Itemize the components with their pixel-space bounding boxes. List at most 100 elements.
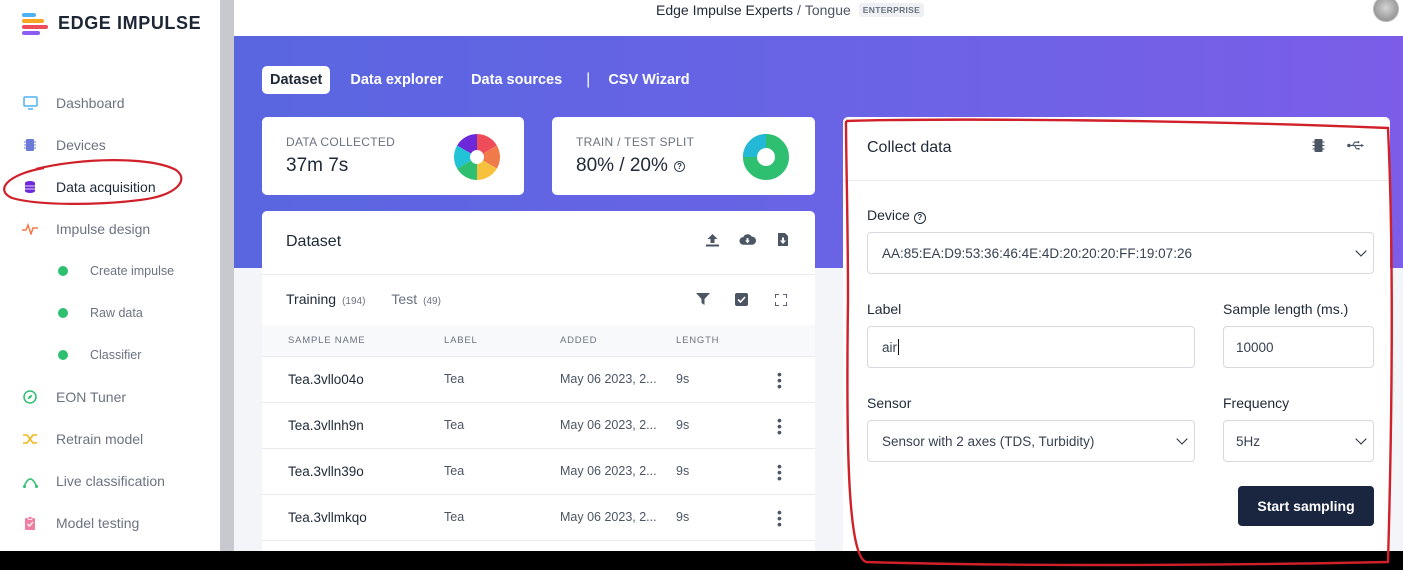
data-collected-card: DATA COLLECTED 37m 7s <box>262 117 524 195</box>
device-select[interactable]: AA:85:EA:D9:53:36:46:4E:4D:20:20:20:FF:1… <box>867 232 1374 274</box>
sidebar-item-label: Devices <box>56 137 106 153</box>
more-options-icon[interactable]: • • • <box>777 367 782 393</box>
tab-training-label: Training <box>286 291 337 307</box>
clipboard-icon <box>22 515 38 531</box>
sensor-field-label: Sensor <box>867 395 912 411</box>
frequency-select[interactable]: 5Hz <box>1223 420 1374 462</box>
sidebar-item-retrain-model[interactable]: Retrain model <box>0 421 220 457</box>
table-row[interactable]: Tea.3vllnh9n Tea May 06 2023, 2... 9s • •… <box>262 402 815 448</box>
sample-added: May 06 2023, 2... <box>560 510 657 524</box>
sidebar-subitem-create-impulse[interactable]: Create impulse <box>0 253 220 289</box>
data-collected-label: DATA COLLECTED <box>286 135 396 149</box>
tab-training[interactable]: Training (194) <box>286 291 365 307</box>
frequency-select-value: 5Hz <box>1236 433 1261 449</box>
train-test-split-card: TRAIN / TEST SPLIT 80% / 20%? <box>552 117 815 195</box>
breadcrumb-project[interactable]: Tongue <box>805 2 851 18</box>
sidebar-item-label: Data acquisition <box>56 179 156 195</box>
tab-data-explorer[interactable]: Data explorer <box>342 66 451 94</box>
sidebar-item-eon-tuner[interactable]: EON Tuner <box>0 379 220 415</box>
sidebar-item-live-classification[interactable]: Live classification <box>0 463 220 499</box>
sidebar-item-label: Dashboard <box>56 95 125 111</box>
breadcrumb-org[interactable]: Edge Impulse Experts <box>656 2 793 18</box>
dataset-card: Dataset Training (194) Test (49) SAMPLE … <box>262 211 815 551</box>
chevron-down-icon <box>1176 433 1188 445</box>
sidebar-subitem-label: Raw data <box>90 306 143 320</box>
chip-icon <box>22 137 38 153</box>
dataset-subtabs: Training (194) Test (49) <box>286 291 467 307</box>
sample-name: Tea.3vllmkqo <box>288 510 367 525</box>
label-input[interactable]: air <box>867 326 1195 368</box>
device-field-label: Device? <box>867 207 926 224</box>
sidebar-item-label: Retrain model <box>56 431 144 447</box>
text-caret <box>898 339 900 355</box>
sample-length: 9s <box>676 418 690 432</box>
breadcrumb: Edge Impulse Experts / Tongue ENTERPRISE <box>656 2 925 18</box>
more-options-icon[interactable]: • • • <box>777 505 782 531</box>
help-icon[interactable]: ? <box>913 212 926 224</box>
logo[interactable]: EDGE IMPULSE <box>22 12 202 35</box>
sidebar-item-data-acquisition[interactable]: Data acquisition <box>0 169 220 205</box>
help-icon[interactable]: ? <box>673 161 685 172</box>
column-header-label[interactable]: LABEL <box>444 335 478 346</box>
plan-badge: ENTERPRISE <box>858 3 925 17</box>
shuffle-icon <box>22 431 38 447</box>
sensor-select[interactable]: Sensor with 2 axes (TDS, Turbidity) <box>867 420 1195 462</box>
table-row[interactable]: Tea.3vllo04o Tea May 06 2023, 2... 9s • •… <box>262 356 815 402</box>
device-label: Device <box>867 207 910 223</box>
sidebar-subitem-classifier[interactable]: Classifier <box>0 337 220 373</box>
sidebar-item-model-testing[interactable]: Model testing <box>0 505 220 541</box>
collect-data-icons <box>1310 137 1364 154</box>
chip-icon[interactable] <box>1310 137 1327 154</box>
page-tabs: Dataset Data explorer Data sources | CSV… <box>262 66 710 94</box>
tab-test-label: Test <box>391 291 418 307</box>
sample-label: Tea <box>444 372 465 386</box>
breadcrumb-separator: / <box>796 2 801 18</box>
train-test-split-value-row: 80% / 20%? <box>576 155 685 177</box>
sidebar-item-impulse-design[interactable]: Impulse design <box>0 211 220 247</box>
database-icon <box>22 179 38 195</box>
tab-test[interactable]: Test (49) <box>391 291 440 307</box>
sample-name: Tea.3vllnh9n <box>288 418 364 433</box>
dataset-filter-toolbar <box>694 291 789 308</box>
brand-name: EDGE IMPULSE <box>58 12 202 33</box>
usb-icon[interactable] <box>1347 137 1364 154</box>
expand-icon[interactable] <box>772 291 789 308</box>
sensor-select-value: Sensor with 2 axes (TDS, Turbidity) <box>882 433 1095 449</box>
train-test-split-value: 80% / 20% <box>576 155 668 176</box>
sidebar-item-devices[interactable]: Devices <box>0 127 220 163</box>
file-download-icon[interactable] <box>774 231 791 248</box>
tab-divider: | <box>586 71 591 88</box>
tab-training-count: (194) <box>342 296 366 307</box>
tab-csv-wizard[interactable]: CSV Wizard <box>600 66 697 94</box>
sidebar: EDGE IMPULSE Dashboard Devices Data acqu… <box>0 0 220 551</box>
table-row[interactable] <box>262 540 815 551</box>
sample-added: May 06 2023, 2... <box>560 464 657 478</box>
table-header: SAMPLE NAME LABEL ADDED LENGTH <box>262 325 815 357</box>
cloud-download-icon[interactable] <box>739 231 756 248</box>
column-header-length[interactable]: LENGTH <box>676 335 719 346</box>
filter-icon[interactable] <box>694 291 711 308</box>
more-options-icon[interactable]: • • • <box>777 413 782 439</box>
compass-icon <box>22 389 38 405</box>
table-row[interactable]: Tea.3vlln39o Tea May 06 2023, 2... 9s • •… <box>262 448 815 494</box>
dataset-title: Dataset <box>286 233 342 250</box>
tab-dataset[interactable]: Dataset <box>262 66 331 94</box>
sidebar-subitem-raw-data[interactable]: Raw data <box>0 295 220 331</box>
column-header-sample-name[interactable]: SAMPLE NAME <box>288 335 365 346</box>
upload-icon[interactable] <box>704 231 721 248</box>
tab-test-count: (49) <box>423 296 441 307</box>
sidebar-item-label: Impulse design <box>56 221 151 237</box>
tab-data-sources[interactable]: Data sources <box>463 66 570 94</box>
start-sampling-button[interactable]: Start sampling <box>1238 486 1374 526</box>
table-row[interactable]: Tea.3vllmkqo Tea May 06 2023, 2... 9s • •… <box>262 494 815 540</box>
avatar[interactable] <box>1373 0 1399 22</box>
sample-name: Tea.3vlln39o <box>288 464 364 479</box>
more-options-icon[interactable]: • • • <box>777 459 782 485</box>
sidebar-scrollbar[interactable] <box>220 0 234 551</box>
select-checkbox-icon[interactable] <box>733 291 750 308</box>
sidebar-item-dashboard[interactable]: Dashboard <box>0 85 220 121</box>
curve-icon <box>22 473 38 489</box>
divider <box>843 180 1390 181</box>
column-header-added[interactable]: ADDED <box>560 335 597 346</box>
sample-length-input[interactable]: 10000 <box>1223 326 1374 368</box>
